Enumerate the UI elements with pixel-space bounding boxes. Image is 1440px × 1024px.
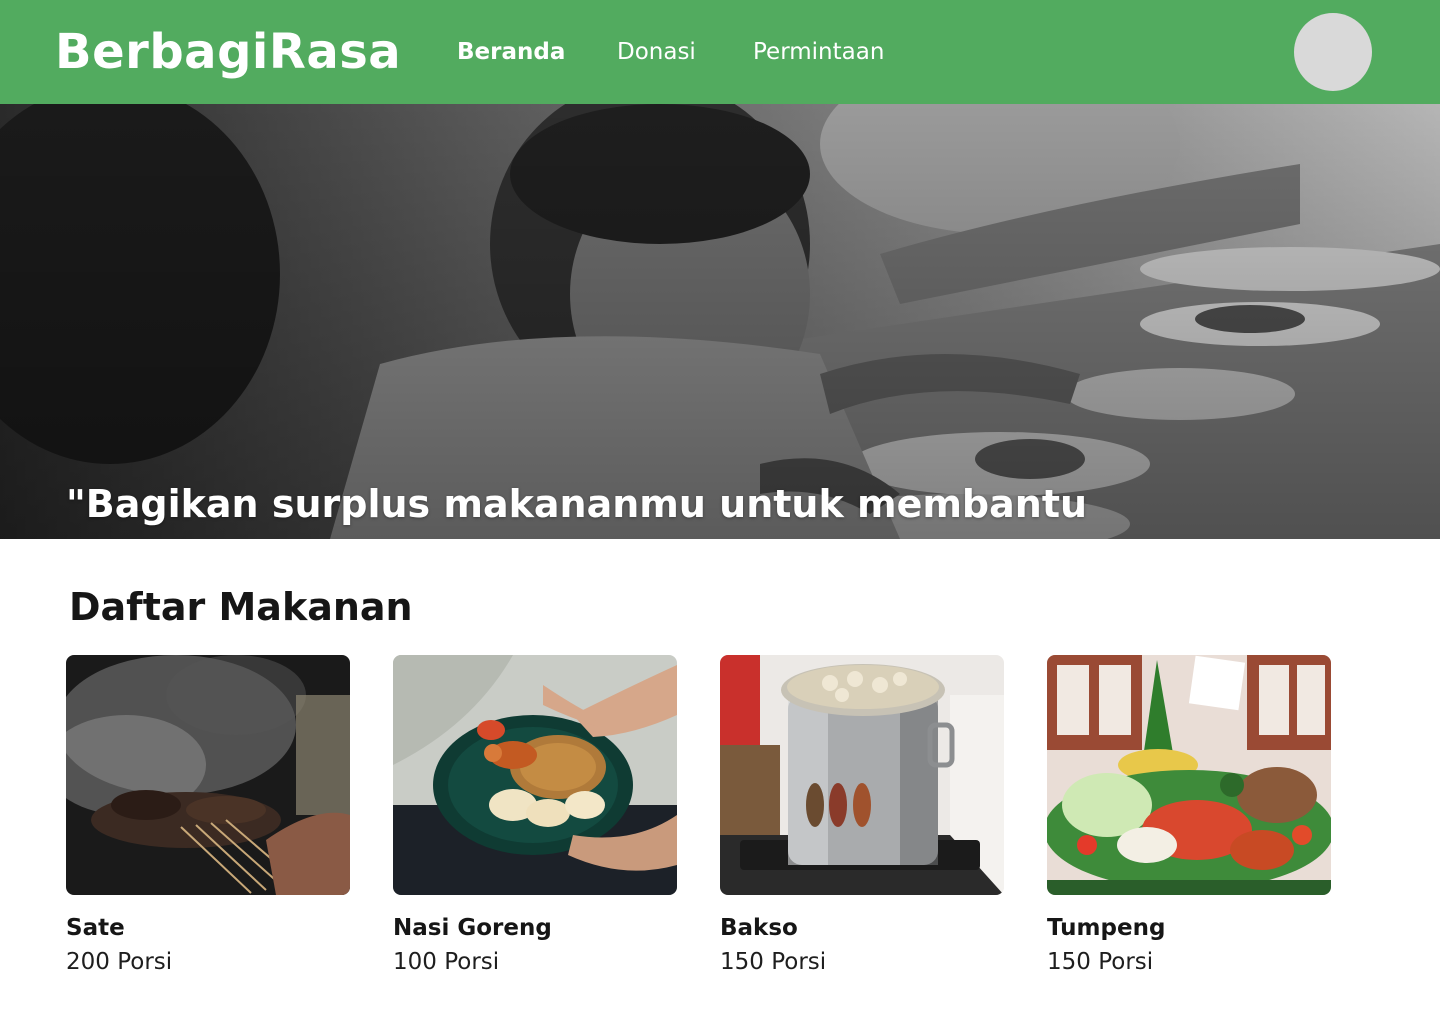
hero-quote: "Bagikan surplus makananmu untuk membant… [66, 482, 1088, 526]
food-quantity: 200 Porsi [66, 949, 173, 975]
food-card-nasi-goreng[interactable]: Nasi Goreng 100 Porsi [393, 655, 677, 975]
food-image-nasi-goreng[interactable] [393, 655, 677, 895]
food-card-sate[interactable]: Sate 200 Porsi [66, 655, 350, 975]
food-name: Nasi Goreng [393, 915, 552, 941]
section-title: Daftar Makanan [69, 585, 413, 629]
nav-permintaan[interactable]: Permintaan [753, 36, 884, 68]
user-avatar[interactable] [1294, 13, 1372, 91]
food-quantity: 150 Porsi [1047, 949, 1154, 975]
food-name: Tumpeng [1047, 915, 1166, 941]
food-quantity: 100 Porsi [393, 949, 500, 975]
hero-banner: "Bagikan surplus makananmu untuk membant… [0, 104, 1440, 539]
food-image-sate[interactable] [66, 655, 350, 895]
brand-logo[interactable]: BerbagiRasa [55, 22, 401, 82]
food-image-tumpeng[interactable] [1047, 655, 1331, 895]
nav-beranda[interactable]: Beranda [457, 36, 565, 68]
food-card-tumpeng[interactable]: Tumpeng 150 Porsi [1047, 655, 1331, 975]
food-name: Bakso [720, 915, 798, 941]
top-navbar: BerbagiRasa Beranda Donasi Permintaan [0, 0, 1440, 104]
food-image-bakso[interactable] [720, 655, 1004, 895]
food-card-bakso[interactable]: Bakso 150 Porsi [720, 655, 1004, 975]
food-name: Sate [66, 915, 125, 941]
nav-donasi[interactable]: Donasi [617, 36, 696, 68]
food-quantity: 150 Porsi [720, 949, 827, 975]
